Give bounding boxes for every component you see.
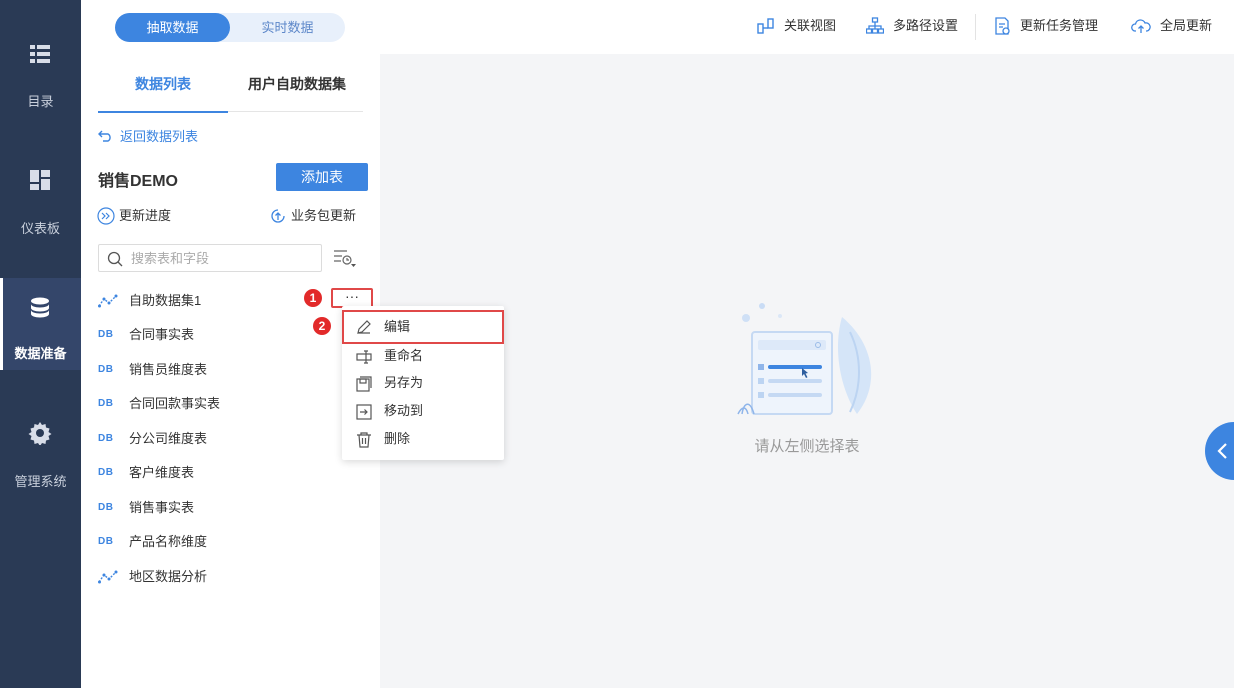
back-arrow-icon [98,130,111,142]
progress-icon [97,207,115,225]
nav-label: 管理系统 [14,474,67,489]
global-update-button[interactable]: 全局更新 [1131,17,1221,35]
hierarchy-icon [866,17,884,34]
item-name: 销售事实表 [129,500,195,515]
update-task-button[interactable]: 更新任务管理 [993,17,1108,35]
empty-state-illustration [737,303,872,415]
menu-label: 重命名 [384,348,424,363]
package-update-link[interactable]: 业务包更新 [269,207,369,225]
menu-item-move-to[interactable]: 移动到 [342,397,504,425]
trash-icon [357,432,371,448]
list-item[interactable]: DB 合同回款事实表 [98,393,363,415]
list-item[interactable]: 地区数据分析 [98,566,363,588]
back-label: 返回数据列表 [120,129,199,144]
db-table-icon: DB [98,364,114,375]
dataset-icon [98,570,118,584]
nav-label: 目录 [27,94,54,109]
update-progress-label: 更新进度 [119,208,172,223]
list-icon [30,45,50,63]
list-item[interactable]: DB 销售事实表 [98,497,363,519]
upload-circle-icon [271,209,285,223]
relation-view-label: 关联视图 [784,18,837,33]
db-table-icon: DB [98,329,114,340]
nav-item-catalog[interactable]: 目录 [0,0,81,109]
dashboard-icon [30,170,50,190]
global-update-label: 全局更新 [1160,18,1213,33]
menu-label: 移动到 [384,403,424,418]
search-icon [107,251,123,267]
db-table-icon: DB [98,433,114,444]
add-table-button[interactable]: 添加表 [276,163,368,191]
list-item[interactable]: DB 产品名称维度 [98,531,363,553]
data-mode-toggle: 抽取数据 实时数据 [115,13,345,42]
package-update-label: 业务包更新 [291,208,357,223]
menu-item-delete[interactable]: 删除 [342,425,504,453]
list-item[interactable]: DB 销售员维度表 [98,359,363,381]
db-table-icon: DB [98,467,114,478]
menu-label: 删除 [384,431,411,446]
save-copy-icon [356,376,372,392]
main-content: 请从左侧选择表 [380,54,1234,688]
update-task-label: 更新任务管理 [1020,18,1099,33]
multipath-label: 多路径设置 [893,18,959,33]
item-name: 销售员维度表 [129,362,208,377]
toolbar-divider [975,14,976,40]
db-table-icon: DB [98,536,114,547]
top-bar: 抽取数据 实时数据 关联视图 多路径设置 更新任务管理 全局更新 [81,0,1234,54]
rename-icon [356,350,372,364]
filter-icon[interactable] [333,248,357,268]
nav-item-system[interactable]: 管理系统 [0,400,81,500]
dataset-icon [98,294,118,308]
chevron-left-icon [1217,443,1227,459]
menu-item-edit[interactable]: 编辑 [342,310,504,344]
item-name: 分公司维度表 [129,431,208,446]
nav-item-dashboard[interactable]: 仪表板 [0,128,81,258]
package-title: 销售DEMO [98,173,179,190]
search-input[interactable] [131,248,316,268]
step-marker-2: 2 [313,317,331,335]
edit-pencil-icon [357,320,371,334]
context-menu: 编辑 重命名 另存为 移动到 删除 [342,306,504,460]
database-icon [31,297,49,318]
item-name: 自助数据集1 [129,293,202,308]
relation-view-button[interactable]: 关联视图 [757,17,847,35]
tab-data-list[interactable]: 数据列表 [98,68,228,113]
multipath-button[interactable]: 多路径设置 [866,17,966,35]
item-name: 产品名称维度 [129,534,208,549]
menu-label: 编辑 [384,319,411,334]
empty-state-text: 请从左侧选择表 [754,438,860,455]
menu-item-save-as[interactable]: 另存为 [342,369,504,397]
item-name: 合同回款事实表 [129,396,221,411]
list-item[interactable]: 自助数据集1 [98,290,363,312]
menu-label: 另存为 [384,375,424,390]
nav-label: 数据准备 [14,346,67,361]
nav-label: 仪表板 [20,221,60,236]
db-table-icon: DB [98,398,114,409]
menu-item-rename[interactable]: 重命名 [342,342,504,370]
step-marker-1: 1 [304,289,322,307]
mode-realtime-button[interactable]: 实时数据 [230,13,345,42]
update-progress-link[interactable]: 更新进度 [97,207,197,225]
gear-icon [28,422,52,445]
more-options-button[interactable]: ··· [331,288,373,308]
panel-tabs: 数据列表 用户自助数据集 [98,68,363,113]
search-box [98,244,322,272]
nav-item-data-prep[interactable]: 数据准备 [0,278,81,370]
db-table-icon: DB [98,502,114,513]
left-nav: 目录 仪表板 数据准备 管理系统 [0,0,81,688]
tab-self-service-dataset[interactable]: 用户自助数据集 [248,68,363,112]
item-name: 地区数据分析 [129,569,208,584]
relation-view-icon [757,18,774,34]
item-name: 客户维度表 [129,465,195,480]
move-to-icon [356,404,372,420]
mode-extract-button[interactable]: 抽取数据 [115,13,230,42]
cloud-update-icon [1131,19,1151,33]
list-item[interactable]: DB 客户维度表 [98,462,363,484]
task-doc-icon [995,17,1010,35]
item-name: 合同事实表 [129,327,195,342]
list-item[interactable]: DB 分公司维度表 [98,428,363,450]
data-list-panel: 数据列表 用户自助数据集 返回数据列表 销售DEMO 添加表 更新进度 业务包更… [81,54,380,688]
